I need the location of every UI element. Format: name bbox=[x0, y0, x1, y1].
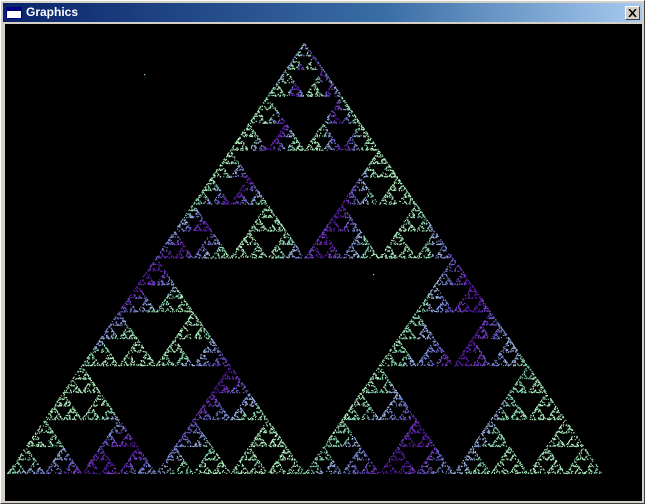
sierpinski-fractal bbox=[7, 43, 602, 475]
fractal-dots-6 bbox=[16, 43, 594, 475]
window-icon[interactable] bbox=[6, 6, 22, 19]
drawing-canvas[interactable] bbox=[5, 24, 642, 501]
stray-dot-0 bbox=[144, 74, 146, 76]
window-title: Graphics bbox=[26, 5, 79, 19]
fractal-dots-5 bbox=[7, 43, 602, 475]
stray-dot-1 bbox=[373, 274, 375, 276]
title-bar[interactable]: Graphics bbox=[3, 3, 642, 22]
graphics-window: Graphics bbox=[0, 0, 645, 504]
fractal-dots-2 bbox=[55, 48, 499, 475]
close-icon bbox=[628, 8, 637, 17]
fractal-dots-3 bbox=[35, 46, 509, 475]
fractal-dots-0 bbox=[80, 43, 482, 475]
close-button[interactable] bbox=[625, 5, 640, 20]
fractal-dots-1 bbox=[65, 44, 490, 475]
